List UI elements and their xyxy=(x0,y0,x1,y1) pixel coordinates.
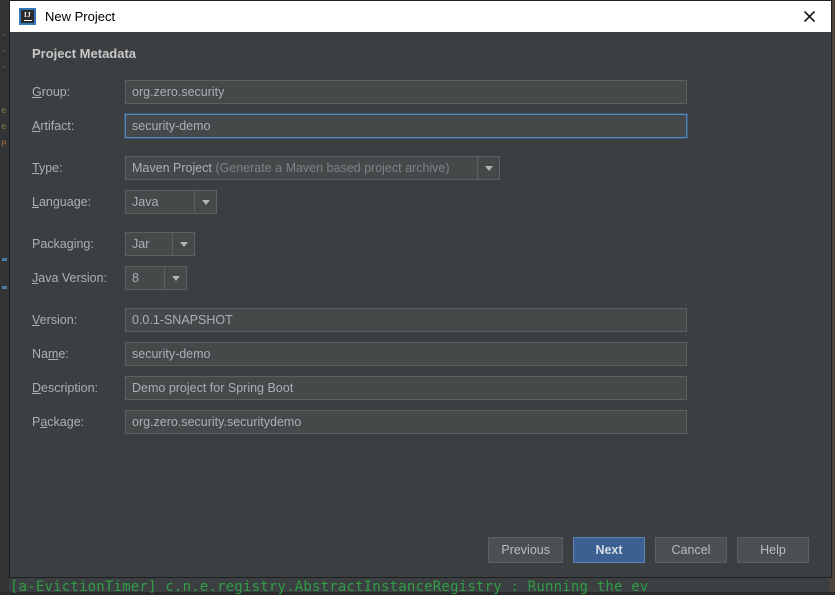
java-version-combo-value: 8 xyxy=(132,271,139,285)
editor-glyph: e xyxy=(1,122,7,132)
packaging-combo-value: Jar xyxy=(132,237,150,251)
dialog-button-bar: Previous Next Cancel Help xyxy=(488,537,809,563)
type-combo-value: Maven Project (Generate a Maven based pr… xyxy=(126,161,477,175)
artifact-input[interactable]: security-demo xyxy=(125,114,687,138)
app-icon-letters: IJ xyxy=(23,10,32,19)
name-label: Name: xyxy=(32,347,69,361)
editor-gutter-strip: e e P - - - xyxy=(0,0,9,592)
close-icon[interactable] xyxy=(787,1,831,32)
form-row-type: Type: Maven Project (Generate a Maven ba… xyxy=(32,156,500,180)
previous-button[interactable]: Previous xyxy=(488,537,563,563)
name-input[interactable]: security-demo xyxy=(125,342,687,366)
form-row-name: Name: security-demo xyxy=(32,342,692,366)
editor-glyph: - xyxy=(1,46,7,56)
window-title: New Project xyxy=(45,9,116,24)
packaging-label: Packaging: xyxy=(32,237,94,251)
editor-glyph: P xyxy=(1,140,7,150)
artifact-label: Artifact: xyxy=(32,119,75,133)
app-icon-underline xyxy=(23,19,32,22)
java-version-combo[interactable]: 8 xyxy=(125,266,187,290)
editor-scroll-marker xyxy=(2,286,7,289)
console-log-line: [a-EvictionTimer] c.n.e.registry.Abstrac… xyxy=(10,579,649,595)
type-combo-hint: (Generate a Maven based project archive) xyxy=(215,161,450,175)
language-combo-value: Java xyxy=(132,195,159,209)
dialog-title-bar: IJ New Project xyxy=(10,1,831,32)
editor-glyph: - xyxy=(1,62,7,72)
form-row-version: Version: 0.0.1-SNAPSHOT xyxy=(32,308,692,332)
version-label: Version: xyxy=(32,313,78,327)
new-project-dialog: IJ New Project Project Metadata Group: o… xyxy=(9,0,832,578)
form-row-description: Description: Demo project for Spring Boo… xyxy=(32,376,692,400)
chevron-down-icon[interactable] xyxy=(477,157,499,179)
form-row-java-version: Java Version: 8 xyxy=(32,266,187,290)
java-version-label: Java Version: xyxy=(32,271,108,285)
form-row-language: Language: Java xyxy=(32,190,217,214)
editor-glyph: - xyxy=(1,30,7,40)
packaging-combo[interactable]: Jar xyxy=(125,232,195,256)
group-label: Group: xyxy=(32,85,71,99)
description-label: Description: xyxy=(32,381,99,395)
package-label: Package: xyxy=(32,415,85,429)
form-row-package: Package: org.zero.security.securitydemo xyxy=(32,410,692,434)
editor-glyph: e xyxy=(1,106,7,116)
next-button[interactable]: Next xyxy=(573,537,645,563)
version-input[interactable]: 0.0.1-SNAPSHOT xyxy=(125,308,687,332)
cancel-button[interactable]: Cancel xyxy=(655,537,727,563)
page-title: Project Metadata xyxy=(32,46,137,61)
language-combo[interactable]: Java xyxy=(125,190,217,214)
type-label: Type: xyxy=(32,161,63,175)
editor-scroll-marker xyxy=(2,258,7,261)
chevron-down-icon[interactable] xyxy=(172,233,194,255)
description-input[interactable]: Demo project for Spring Boot xyxy=(125,376,687,400)
group-input[interactable]: org.zero.security xyxy=(125,80,687,104)
dialog-body: Project Metadata Group: org.zero.securit… xyxy=(10,32,831,577)
intellij-idea-icon: IJ xyxy=(19,8,36,25)
chevron-down-icon[interactable] xyxy=(164,267,186,289)
type-combo[interactable]: Maven Project (Generate a Maven based pr… xyxy=(125,156,500,180)
form-row-packaging: Packaging: Jar xyxy=(32,232,195,256)
chevron-down-icon[interactable] xyxy=(194,191,216,213)
form-row-group: Group: org.zero.security xyxy=(32,80,692,104)
type-combo-main: Maven Project xyxy=(132,161,212,175)
help-button[interactable]: Help xyxy=(737,537,809,563)
package-input[interactable]: org.zero.security.securitydemo xyxy=(125,410,687,434)
form-row-artifact: Artifact: security-demo xyxy=(32,114,692,138)
language-label: Language: xyxy=(32,195,92,209)
